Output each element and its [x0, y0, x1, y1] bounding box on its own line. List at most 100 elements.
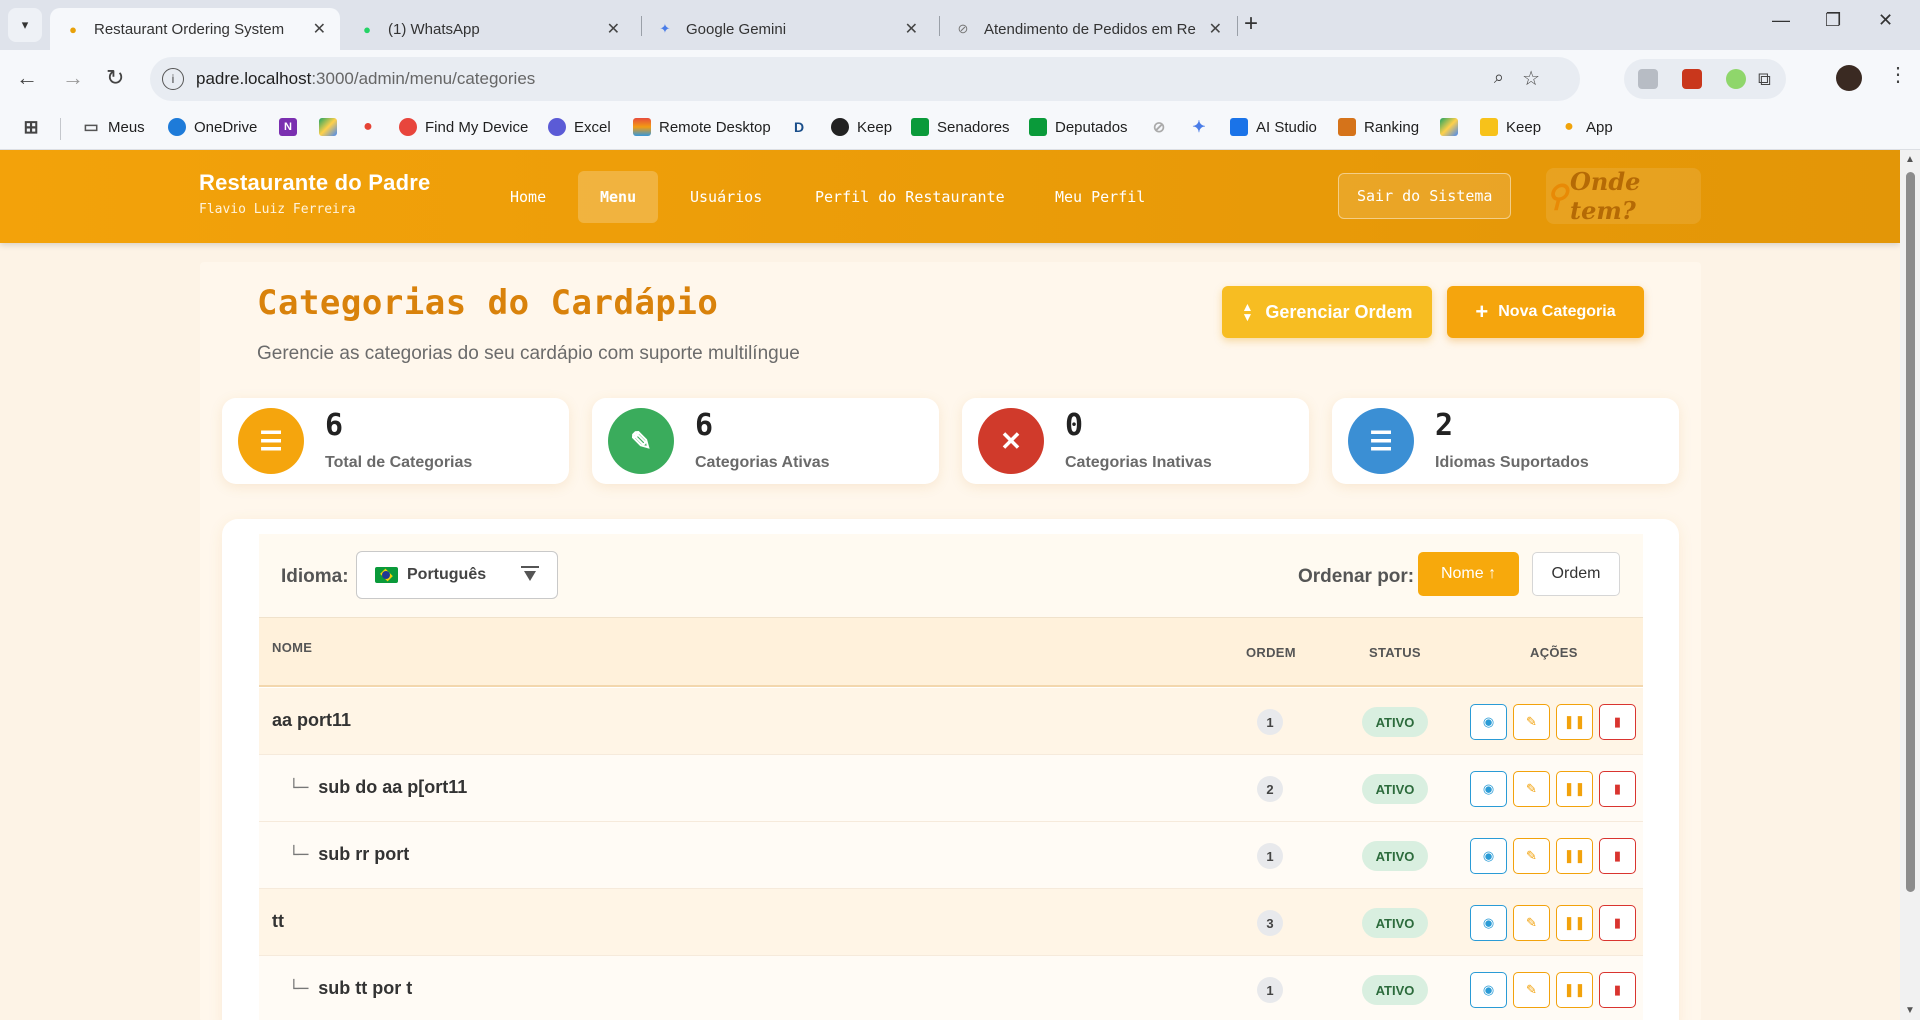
minimize-icon[interactable]: — — [1772, 10, 1790, 31]
bookmark-excel[interactable]: Excel — [548, 118, 611, 136]
bookmark-ai-studio[interactable]: AI Studio — [1230, 118, 1317, 136]
delete-button[interactable]: ▮ — [1599, 838, 1636, 874]
bookmark-separator — [60, 118, 61, 140]
bookmark-remote-desktop[interactable]: Remote Desktop — [633, 118, 771, 136]
drive-icon — [319, 118, 337, 136]
new-tab-button[interactable]: + — [1244, 12, 1258, 36]
tab-atendimento[interactable]: ⊘ Atendimento de Pedidos em Re ✕ — [940, 8, 1236, 50]
language-select[interactable]: Português — [356, 551, 558, 599]
view-button[interactable]: ◉ — [1470, 905, 1507, 941]
zoom-icon[interactable]: ⌕ — [1494, 67, 1504, 88]
profile-avatar[interactable] — [1836, 65, 1862, 91]
bookmark-star-icon[interactable]: ☆ — [1522, 66, 1540, 91]
view-button[interactable]: ◉ — [1470, 704, 1507, 740]
order-badge: 1 — [1257, 709, 1283, 735]
edit-button[interactable]: ✎ — [1513, 972, 1550, 1008]
bookmark-senadores[interactable]: Senadores — [911, 118, 1010, 136]
trash-icon: ▮ — [1613, 848, 1622, 863]
stat-value: 6 — [695, 408, 714, 443]
delete-button[interactable]: ▮ — [1599, 905, 1636, 941]
window-close-icon[interactable]: ✕ — [1878, 10, 1893, 31]
stat-supported-languages: ☰ 2 Idiomas Suportados — [1332, 398, 1679, 484]
puzzle-icon[interactable]: ⧉ — [1758, 69, 1778, 89]
bookmark-app[interactable]: ● App — [1560, 118, 1613, 136]
manage-order-button[interactable]: ▲ ▼ Gerenciar Ordem — [1222, 286, 1432, 338]
sort-by-name-button[interactable]: Nome ↑ — [1418, 552, 1519, 596]
forward-arrow-icon[interactable]: → — [62, 66, 84, 90]
stat-value: 2 — [1435, 408, 1454, 443]
pause-button[interactable]: ❚❚ — [1556, 972, 1593, 1008]
view-button[interactable]: ◉ — [1470, 972, 1507, 1008]
apps-grid-icon[interactable]: ⊞ — [22, 117, 40, 137]
page-scrollbar[interactable]: ▲ ▼ — [1900, 150, 1920, 1020]
category-name: aa port11 — [272, 710, 351, 731]
pause-button[interactable]: ❚❚ — [1556, 704, 1593, 740]
tab-restaurant[interactable]: ● Restaurant Ordering System ✕ — [50, 8, 340, 50]
pause-button[interactable]: ❚❚ — [1556, 905, 1593, 941]
bookmark-onenote[interactable]: N — [279, 118, 305, 136]
edit-button[interactable]: ✎ — [1513, 905, 1550, 941]
tab-separator — [1237, 16, 1238, 36]
tab-whatsapp[interactable]: ● (1) WhatsApp ✕ — [344, 8, 634, 50]
pause-icon: ❚❚ — [1563, 982, 1586, 997]
site-info-icon[interactable]: i — [162, 68, 184, 90]
close-icon[interactable]: ✕ — [1209, 19, 1222, 39]
edit-icon: ✎ — [1526, 848, 1537, 863]
column-header-name[interactable]: NOME — [272, 640, 312, 655]
bookmark-disney[interactable]: D — [790, 118, 816, 136]
bookmark-ranking[interactable]: Ranking — [1338, 118, 1419, 136]
delete-button[interactable]: ▮ — [1599, 704, 1636, 740]
bookmark-keep[interactable]: Keep — [1480, 118, 1541, 136]
cast-icon[interactable] — [1638, 69, 1658, 89]
omnibox[interactable]: i padre.localhost:3000/admin/menu/catego… — [150, 57, 1580, 101]
bookmark-drive-2[interactable] — [1440, 118, 1466, 136]
restore-icon[interactable]: ❐ — [1825, 10, 1841, 31]
close-icon[interactable]: ✕ — [905, 19, 918, 39]
reload-icon[interactable]: ↻ — [106, 66, 124, 90]
bookmark-onedrive[interactable]: OneDrive — [168, 118, 257, 136]
browser-tab-bar: ▾ ● Restaurant Ordering System ✕ ● (1) W… — [0, 0, 1920, 50]
new-category-button[interactable]: + Nova Categoria — [1447, 286, 1644, 338]
bookmark-keep-globe[interactable]: Keep — [831, 118, 892, 136]
bookmark-maps[interactable]: ● — [359, 118, 385, 136]
close-icon[interactable]: ✕ — [313, 19, 326, 39]
stat-label: Total de Categorias — [325, 454, 473, 471]
extension-red-icon[interactable] — [1682, 69, 1702, 89]
bookmark-spinner[interactable]: ⊘ — [1150, 118, 1176, 136]
whatsapp-icon: ● — [363, 21, 371, 37]
bookmark-meus[interactable]: ▭ Meus — [82, 118, 144, 137]
eye-icon: ◉ — [1482, 848, 1495, 863]
view-button[interactable]: ◉ — [1470, 838, 1507, 874]
delete-button[interactable]: ▮ — [1599, 972, 1636, 1008]
onedrive-icon — [168, 118, 186, 136]
back-arrow-icon[interactable]: ← — [16, 66, 38, 90]
sort-by-order-button[interactable]: Ordem — [1532, 552, 1620, 596]
tab-search-button[interactable]: ▾ — [8, 8, 42, 42]
bookmark-gemini[interactable]: ✦ — [1190, 118, 1216, 136]
scroll-down-icon[interactable]: ▼ — [1905, 1005, 1915, 1016]
map-pin-icon: ● — [69, 21, 77, 37]
folder-icon: ▭ — [83, 119, 99, 136]
bookmark-deputados[interactable]: Deputados — [1029, 118, 1128, 136]
view-button[interactable]: ◉ — [1470, 771, 1507, 807]
edit-button[interactable]: ✎ — [1513, 771, 1550, 807]
bookmark-drive[interactable] — [319, 118, 345, 136]
delete-button[interactable]: ▮ — [1599, 771, 1636, 807]
tab-gemini[interactable]: ✦ Google Gemini ✕ — [642, 8, 932, 50]
more-menu-icon[interactable]: ⋮ — [1888, 62, 1908, 87]
column-header-status[interactable]: STATUS — [1369, 645, 1421, 660]
close-icon[interactable]: ✕ — [607, 19, 620, 39]
edit-button[interactable]: ✎ — [1513, 704, 1550, 740]
pause-button[interactable]: ❚❚ — [1556, 771, 1593, 807]
scroll-up-icon[interactable]: ▲ — [1905, 154, 1915, 165]
column-header-order[interactable]: ORDEM — [1246, 645, 1296, 660]
bookmark-find-my-device[interactable]: Find My Device — [399, 118, 528, 136]
extension-green-icon[interactable] — [1726, 69, 1746, 89]
scrollbar-thumb[interactable] — [1906, 172, 1915, 892]
edit-button[interactable]: ✎ — [1513, 838, 1550, 874]
stat-total-categories: ☰ 6 Total de Categorias — [222, 398, 569, 484]
globe-icon — [831, 118, 849, 136]
dropdown-arrow-icon — [521, 566, 539, 584]
pause-button[interactable]: ❚❚ — [1556, 838, 1593, 874]
url-text[interactable]: padre.localhost:3000/admin/menu/categori… — [196, 69, 535, 89]
